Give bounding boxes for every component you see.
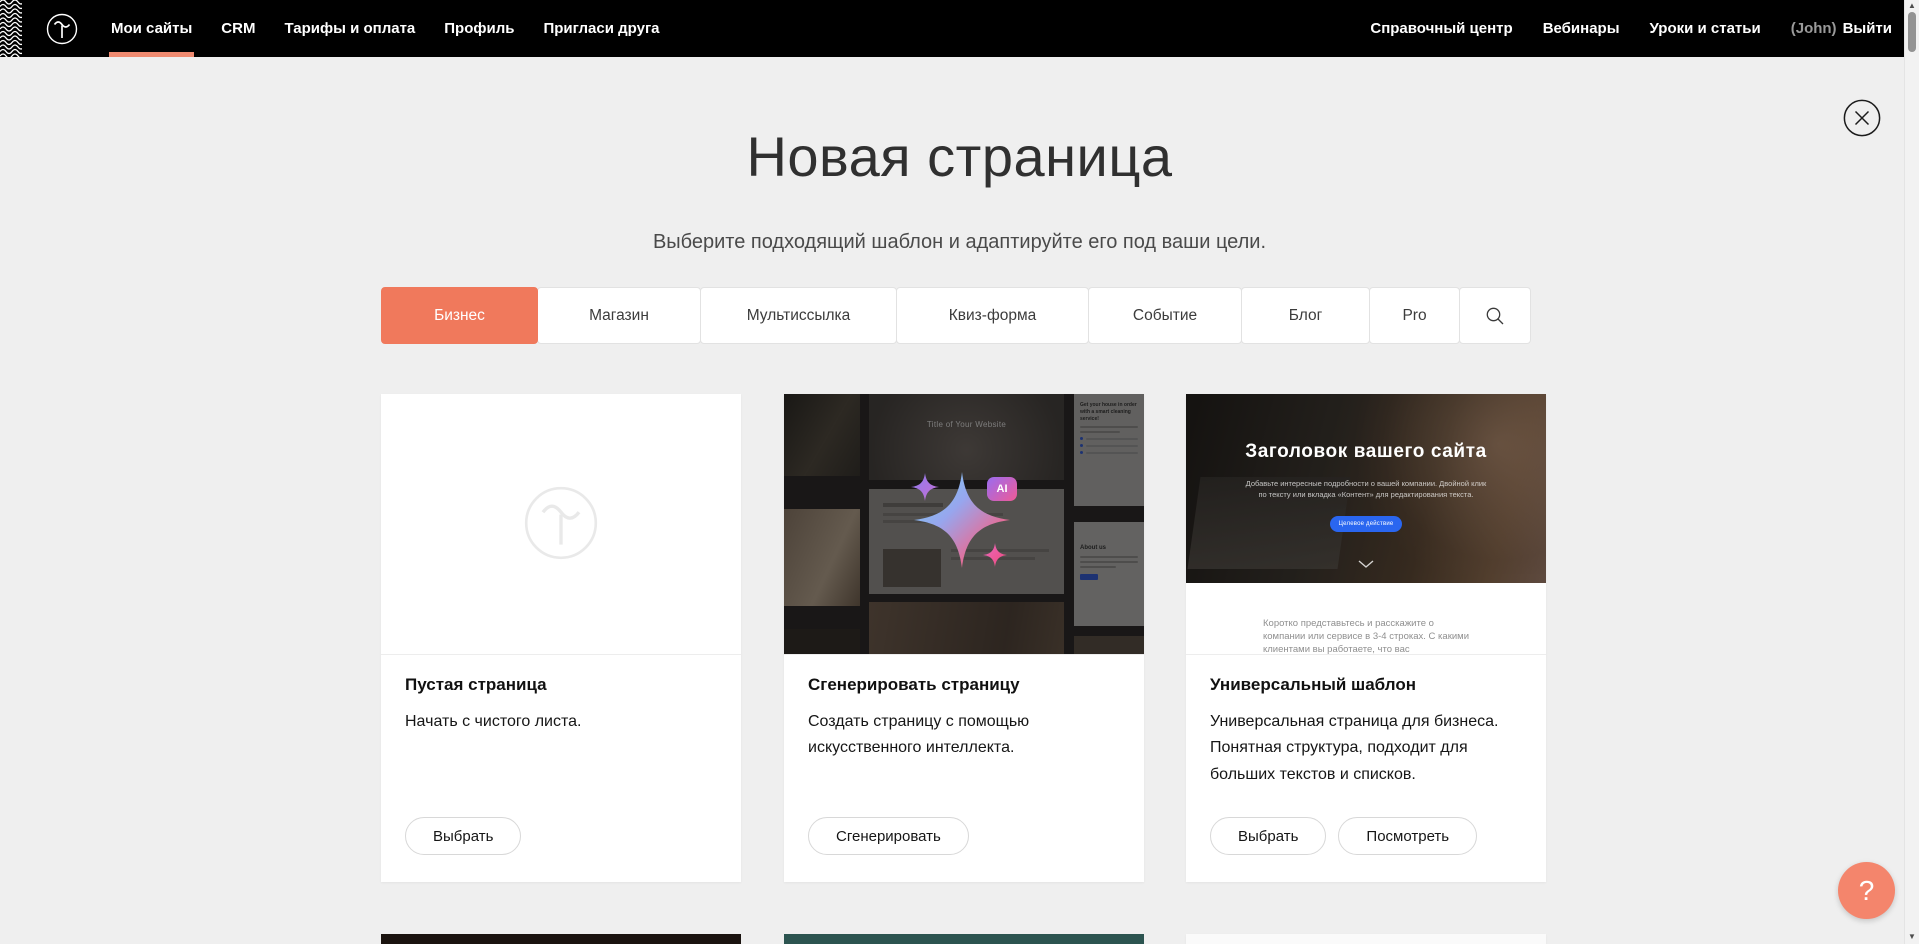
nav-item-crm[interactable]: CRM [221, 0, 255, 57]
generate-button[interactable]: Сгенерировать [808, 817, 969, 855]
card-title: Универсальный шаблон [1210, 675, 1416, 695]
tab-shop[interactable]: Магазин [537, 287, 701, 344]
zigzag-edge-decoration [0, 0, 22, 57]
scroll-down-arrow[interactable]: ▼ [1905, 932, 1919, 942]
next-row-template-card[interactable] [784, 934, 1144, 944]
scroll-up-arrow[interactable]: ▲ [1905, 1, 1919, 11]
page-subtitle: Выберите подходящий шаблон и адаптируйте… [381, 231, 1538, 254]
card-title: Сгенерировать страницу [808, 675, 1020, 695]
tab-quiz-form[interactable]: Квиз-форма [896, 287, 1089, 344]
template-paragraph: Коротко представьтесь и расскажите о ком… [1263, 617, 1469, 655]
card-body: Универсальный шаблон Универсальная стран… [1186, 655, 1546, 882]
ai-badge: AI [987, 477, 1017, 501]
card-body: Сгенерировать страницу Создать страницу … [784, 655, 1144, 882]
card-description: Начать с чистого листа. [405, 709, 581, 735]
top-navbar: Мои сайты CRM Тарифы и оплата Профиль Пр… [0, 0, 1904, 57]
nav-item-invite-friend[interactable]: Пригласи друга [543, 0, 659, 57]
nav-item-help-center[interactable]: Справочный центр [1370, 20, 1512, 37]
tab-event[interactable]: Событие [1088, 287, 1242, 344]
next-row-template-card[interactable] [381, 934, 741, 944]
tilda-watermark-icon [513, 475, 609, 571]
hero-cta-button: Целевое действие [1330, 516, 1402, 532]
tilda-logo-icon[interactable] [42, 9, 82, 49]
template-category-tabs: Бизнес Магазин Мультиссылка Квиз-форма С… [382, 287, 1531, 344]
hero-subtitle: Добавьте интересные подробности о вашей … [1241, 478, 1491, 501]
template-hero: Заголовок вашего сайта Добавьте интересн… [1186, 394, 1546, 583]
universal-template-preview[interactable]: Заголовок вашего сайта Добавьте интересн… [1186, 394, 1546, 655]
nav-item-pricing[interactable]: Тарифы и оплата [284, 0, 415, 57]
hero-title: Заголовок вашего сайта [1186, 441, 1546, 463]
template-text-section: Коротко представьтесь и расскажите о ком… [1186, 583, 1546, 655]
blank-page-card: Пустая страница Начать с чистого листа. … [381, 394, 741, 882]
search-icon [1485, 306, 1505, 326]
preview-template-button[interactable]: Посмотреть [1338, 817, 1477, 855]
vertical-scrollbar[interactable]: ▲ ▼ [1904, 0, 1919, 944]
tab-blog[interactable]: Блог [1241, 287, 1370, 344]
select-blank-button[interactable]: Выбрать [405, 817, 521, 855]
blank-page-preview[interactable] [381, 394, 741, 655]
tab-business[interactable]: Бизнес [381, 287, 538, 344]
page-title: Новая страница [381, 124, 1538, 189]
close-x-icon [1856, 112, 1869, 125]
template-grid: Пустая страница Начать с чистого листа. … [381, 394, 1546, 944]
help-button[interactable]: ? [1838, 862, 1895, 919]
ai-generate-preview[interactable]: Title of Your Website Get your house in … [784, 394, 1144, 655]
nav-item-profile[interactable]: Профиль [444, 0, 514, 57]
main-menu: Мои сайты CRM Тарифы и оплата Профиль Пр… [111, 0, 660, 57]
secondary-menu: Справочный центр Вебинары Уроки и статьи… [1370, 0, 1892, 57]
user-name: (John) [1791, 20, 1837, 37]
tab-pro[interactable]: Pro [1369, 287, 1460, 344]
ai-generate-card: Title of Your Website Get your house in … [784, 394, 1144, 882]
next-row-template-card[interactable] [1186, 934, 1546, 944]
ai-sparkle-icon [784, 394, 1144, 654]
universal-template-card: Заголовок вашего сайта Добавьте интересн… [1186, 394, 1546, 882]
scrollbar-thumb[interactable] [1908, 12, 1916, 52]
nav-item-lessons-articles[interactable]: Уроки и статьи [1650, 20, 1761, 37]
nav-item-my-sites[interactable]: Мои сайты [111, 0, 192, 57]
select-template-button[interactable]: Выбрать [1210, 817, 1326, 855]
logout-link[interactable]: Выйти [1843, 20, 1892, 37]
tab-search[interactable] [1459, 287, 1531, 344]
card-description: Создать страницу с помощью искусственног… [808, 709, 1040, 762]
chevron-down-icon [1358, 560, 1374, 568]
new-page-dialog: Мои сайты CRM Тарифы и оплата Профиль Пр… [0, 0, 1919, 944]
user-account: (John) Выйти [1791, 20, 1892, 37]
tab-multilink[interactable]: Мультиссылка [700, 287, 897, 344]
card-description: Универсальная страница для бизнеса. Поня… [1210, 709, 1510, 788]
card-body: Пустая страница Начать с чистого листа. … [381, 655, 741, 882]
card-title: Пустая страница [405, 675, 547, 695]
close-button[interactable] [1843, 99, 1881, 137]
nav-item-webinars[interactable]: Вебинары [1543, 20, 1620, 37]
